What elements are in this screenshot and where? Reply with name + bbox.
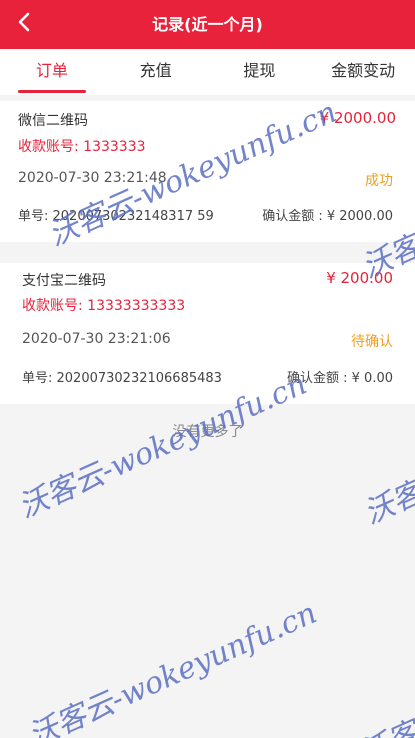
tab-bar: 订单 充值 提现 金额变动 (0, 49, 415, 95)
record-amount: ¥ 2000.00 (319, 109, 396, 127)
no-more-text: 没有更多了 (172, 424, 243, 440)
record-time: 2020-07-30 23:21:48 (18, 170, 167, 186)
record-amount: ¥ 200.00 (326, 269, 393, 287)
payment-method-label: 支付宝二维码 (22, 273, 106, 289)
record-card[interactable]: 微信二维码 ¥ 2000.00 收款账号: 1333333 2020-07-30… (0, 101, 415, 242)
status-badge: 成功 (365, 173, 393, 189)
receiving-account: 收款账号: 1333333 (18, 139, 146, 155)
confirmed-amount: 确认金额 : ¥ 0.00 (287, 371, 393, 386)
status-badge: 待确认 (351, 334, 393, 350)
tab-orders[interactable]: 订单 (0, 49, 104, 95)
order-number: 单号: 20200730232106685483 (22, 371, 222, 386)
watermark-text: 沃客云-wokeyunfu.cn (23, 595, 323, 738)
watermark-edge-text: 沃客 (352, 708, 415, 738)
page-title: 记录(近一个月) (152, 15, 263, 34)
record-time: 2020-07-30 23:21:06 (22, 331, 171, 347)
watermark-edge-text: 沃客 (358, 475, 415, 532)
order-number: 单号: 20200730232148317 59 (18, 209, 214, 224)
tab-balance-changes[interactable]: 金额变动 (311, 49, 415, 95)
record-card[interactable]: 支付宝二维码 ¥ 200.00 收款账号: 13333333333 2020-0… (0, 263, 415, 404)
records-page: 记录(近一个月) 订单 充值 提现 金额变动 微信二维码 ¥ 2000.00 收… (0, 0, 415, 738)
confirmed-amount: 确认金额 : ¥ 2000.00 (262, 209, 393, 224)
receiving-account: 收款账号: 13333333333 (22, 298, 186, 314)
payment-method-label: 微信二维码 (18, 113, 88, 129)
header-bar: 记录(近一个月) (0, 0, 415, 49)
tab-recharge[interactable]: 充值 (104, 49, 208, 95)
tab-withdraw[interactable]: 提现 (208, 49, 312, 95)
